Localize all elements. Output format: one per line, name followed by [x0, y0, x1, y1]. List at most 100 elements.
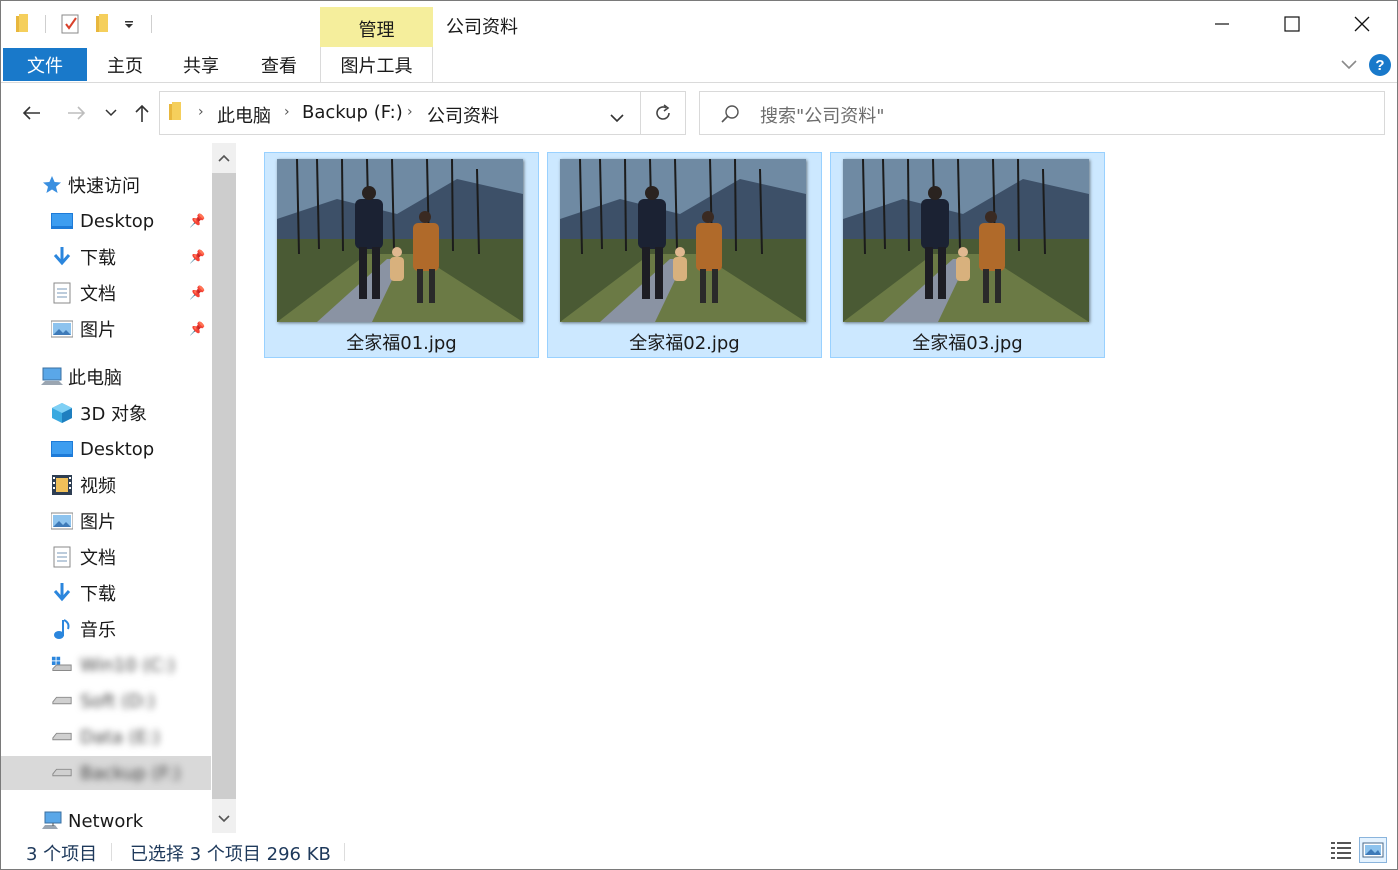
maximize-button[interactable] [1257, 1, 1327, 47]
close-button[interactable] [1327, 1, 1397, 47]
manage-context-tab[interactable]: 管理 [320, 7, 433, 47]
sidebar-item-music[interactable]: 音乐 [1, 612, 211, 646]
new-folder-icon[interactable] [95, 11, 111, 37]
sidebar-item-label: Soft (D:) [80, 690, 156, 712]
document-icon [51, 282, 73, 304]
sidebar-item-pictures-pinned[interactable]: 图片 📌 [1, 312, 211, 346]
pin-icon[interactable]: 📌 [189, 250, 205, 265]
download-icon [51, 582, 73, 604]
properties-icon[interactable] [61, 11, 81, 37]
download-icon [51, 246, 73, 268]
help-icon[interactable]: ? [1367, 51, 1393, 79]
sidebar-item-label: 下载 [80, 248, 116, 269]
selection-info: 已选择 3 个项目 296 KB [130, 844, 331, 865]
folder-icon [15, 11, 31, 37]
sidebar-item-downloads-pinned[interactable]: 下载 📌 [1, 240, 211, 274]
breadcrumb-chevron-icon: › [407, 104, 413, 120]
sidebar-item-label: Data (E:) [80, 726, 161, 748]
pin-icon[interactable]: 📌 [189, 286, 205, 301]
breadcrumb-this-pc[interactable]: 此电脑 [217, 102, 271, 128]
sidebar-item-downloads[interactable]: 下载 [1, 576, 211, 610]
search-placeholder: 搜索"公司资料" [760, 106, 885, 127]
sidebar-item-documents-pinned[interactable]: 文档 📌 [1, 276, 211, 310]
sidebar-item-documents[interactable]: 文档 [1, 540, 211, 574]
sidebar-item-drive-f[interactable]: Backup (F:) [1, 756, 211, 790]
breadcrumb-chevron-icon: › [284, 104, 290, 120]
address-bar[interactable]: › 此电脑 › Backup (F:) › 公司资料 [159, 91, 641, 135]
navigation-scrollbar[interactable] [212, 143, 236, 833]
sidebar-item-3d-objects[interactable]: 3D 对象 [1, 396, 211, 430]
sidebar-item-label: 文档 [80, 284, 116, 305]
sidebar-item-label: 文档 [80, 548, 116, 569]
sidebar-item-quick-access[interactable]: 快速访问 [1, 168, 211, 202]
desktop-icon [51, 210, 73, 232]
customize-toolbar-icon[interactable] [123, 11, 135, 37]
tab-home[interactable]: 主页 [93, 47, 157, 82]
forward-button[interactable] [63, 99, 91, 127]
sidebar-item-drive-e[interactable]: Data (E:) [1, 720, 211, 754]
svg-text:?: ? [1375, 57, 1384, 74]
window-title: 公司资料 [446, 17, 518, 38]
scroll-up-icon[interactable] [212, 146, 236, 170]
file-name: 全家福03.jpg [912, 333, 1023, 354]
back-button[interactable] [17, 99, 45, 127]
photo-thumbnail [843, 159, 1089, 322]
sidebar-item-label: 下载 [80, 584, 116, 605]
network-icon [41, 810, 63, 832]
sidebar-item-videos[interactable]: 视频 [1, 468, 211, 502]
address-dropdown-chevron-icon[interactable] [610, 108, 624, 127]
sidebar-item-drive-d[interactable]: Soft (D:) [1, 684, 211, 718]
file-name: 全家福02.jpg [629, 333, 740, 354]
large-icons-view-icon[interactable] [1359, 837, 1387, 863]
breadcrumb-current-folder[interactable]: 公司资料 [427, 102, 499, 128]
pin-icon[interactable]: 📌 [189, 214, 205, 229]
tab-picture-tools[interactable]: 图片工具 [320, 47, 433, 82]
sidebar-item-label: Network [68, 810, 144, 832]
scroll-down-icon[interactable] [212, 807, 236, 831]
recent-locations-chevron-icon[interactable] [101, 99, 121, 127]
search-box[interactable]: 搜索"公司资料" [699, 91, 1385, 135]
up-button[interactable] [129, 99, 155, 127]
sidebar-item-label: Desktop [80, 210, 155, 232]
sidebar-item-label: Win10 (C:) [80, 654, 176, 676]
sidebar-item-label: Backup (F:) [80, 762, 181, 784]
music-icon [51, 618, 73, 640]
sidebar-item-this-pc[interactable]: 此电脑 [1, 360, 211, 394]
tab-share[interactable]: 共享 [169, 47, 233, 82]
sidebar-item-desktop[interactable]: Desktop [1, 432, 211, 466]
sidebar-item-network[interactable]: Network [1, 804, 211, 833]
computer-icon [41, 366, 63, 388]
file-item[interactable]: 全家福02.jpg [547, 152, 822, 358]
sidebar-item-pictures[interactable]: 图片 [1, 504, 211, 538]
refresh-button[interactable] [640, 91, 686, 135]
scrollbar-thumb[interactable] [212, 173, 236, 799]
sidebar-item-label: 音乐 [80, 620, 116, 641]
breadcrumb-backup-drive[interactable]: Backup (F:) [302, 102, 403, 123]
sidebar-item-label: 图片 [80, 320, 116, 341]
folder-icon [168, 102, 184, 126]
sidebar-item-drive-c[interactable]: Win10 (C:) [1, 648, 211, 682]
windows-drive-icon [51, 654, 73, 676]
minimize-button[interactable] [1187, 1, 1257, 47]
file-item[interactable]: 全家福03.jpg [830, 152, 1105, 358]
sidebar-item-label: 图片 [80, 512, 116, 533]
photo-thumbnail [560, 159, 806, 322]
picture-icon [51, 318, 73, 340]
picture-icon [51, 510, 73, 532]
file-item[interactable]: 全家福01.jpg [264, 152, 539, 358]
3d-objects-icon [51, 402, 73, 424]
photo-thumbnail [277, 159, 523, 322]
title-bar: 管理 公司资料 [1, 1, 1397, 47]
breadcrumb-chevron-icon: › [198, 104, 204, 120]
search-icon [720, 104, 740, 128]
tab-view[interactable]: 查看 [247, 47, 311, 82]
details-view-icon[interactable] [1327, 837, 1355, 863]
expand-ribbon-icon[interactable] [1337, 51, 1361, 79]
drive-icon [51, 726, 73, 748]
ribbon-tabs: 文件 主页 共享 查看 图片工具 ? [1, 47, 1397, 83]
video-icon [51, 474, 73, 496]
tab-file[interactable]: 文件 [3, 48, 87, 81]
sidebar-item-desktop-pinned[interactable]: Desktop 📌 [1, 204, 211, 238]
star-icon [41, 174, 63, 196]
pin-icon[interactable]: 📌 [189, 322, 205, 337]
